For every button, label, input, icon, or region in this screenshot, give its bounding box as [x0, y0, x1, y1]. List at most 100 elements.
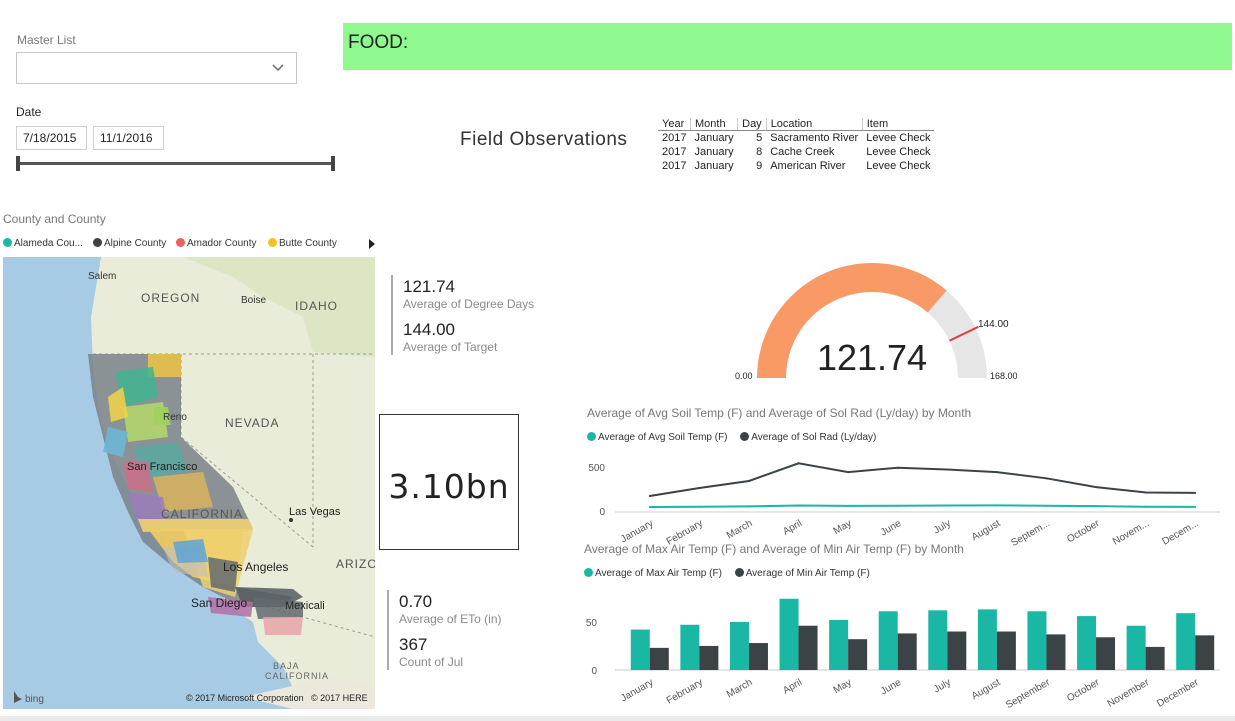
line-chart-legend: Average of Avg Soil Temp (F) Average of …	[587, 432, 876, 443]
x-tick-label: June	[879, 677, 904, 698]
data-point[interactable]	[1194, 491, 1197, 494]
data-point[interactable]	[896, 504, 899, 507]
table-cell: January	[694, 160, 734, 172]
date-range-end-handle[interactable]	[331, 156, 335, 171]
data-point[interactable]	[946, 504, 949, 507]
date-end-input[interactable]: 11/1/2016	[93, 126, 164, 150]
bar-max-air-temp[interactable]	[928, 610, 948, 670]
legend-item-butte[interactable]: Butte County	[268, 238, 358, 249]
bar-chart-legend: Average of Max Air Temp (F) Average of M…	[584, 568, 870, 579]
gauge-max-label: 168.00	[990, 371, 1018, 381]
kpi-bottom-accent-bar	[387, 590, 389, 670]
master-list-dropdown[interactable]	[16, 52, 297, 84]
data-point[interactable]	[698, 487, 701, 490]
column-header[interactable]: Item	[862, 118, 935, 131]
master-list-label: Master List	[17, 33, 76, 47]
data-point[interactable]	[995, 504, 998, 507]
table-row: 2017 January 9 American River Levee Check	[658, 159, 934, 173]
kpi-jul-count-value: 367	[399, 635, 428, 654]
data-point[interactable]	[995, 471, 998, 474]
data-point[interactable]	[847, 504, 850, 507]
x-tick-label: December	[1155, 677, 1201, 710]
date-range-start-handle[interactable]	[16, 156, 20, 171]
table-cell: American River	[770, 160, 846, 172]
data-point[interactable]	[1045, 477, 1048, 480]
bar-min-air-temp[interactable]	[848, 639, 868, 670]
bar-max-air-temp[interactable]	[779, 598, 799, 670]
kpi-eto-label: Average of ETo (in)	[399, 612, 502, 626]
x-tick-label: October	[1065, 518, 1102, 546]
x-tick-label: July	[932, 677, 953, 695]
bar-min-air-temp[interactable]	[699, 645, 719, 670]
column-header[interactable]: Day	[737, 118, 767, 131]
bar-max-air-temp[interactable]	[729, 621, 749, 670]
bar-min-air-temp[interactable]	[1046, 634, 1066, 670]
bar-min-air-temp[interactable]	[1145, 646, 1165, 670]
gauge-value: 121.74	[817, 337, 927, 378]
data-point[interactable]	[1144, 505, 1147, 508]
data-point[interactable]	[1095, 486, 1098, 489]
bar-max-air-temp[interactable]	[1027, 611, 1047, 670]
bar-max-air-temp[interactable]	[680, 624, 700, 670]
column-header[interactable]: Year	[658, 118, 691, 131]
legend-next-arrow-icon[interactable]	[368, 239, 376, 249]
legend-item-amador[interactable]: Amador County	[176, 238, 268, 249]
data-point[interactable]	[1194, 505, 1197, 508]
data-point[interactable]	[797, 462, 800, 465]
data-point[interactable]	[847, 471, 850, 474]
bar-min-air-temp[interactable]	[649, 647, 669, 670]
bar-min-air-temp[interactable]	[798, 625, 818, 670]
x-tick-label: May	[832, 518, 854, 537]
bar-min-air-temp[interactable]	[996, 631, 1016, 671]
data-point[interactable]	[1045, 504, 1048, 507]
legend-item-soil-temp[interactable]: Average of Avg Soil Temp (F)	[587, 432, 728, 443]
bar-max-air-temp[interactable]	[977, 609, 997, 670]
legend-item-max-air-temp[interactable]: Average of Max Air Temp (F)	[584, 568, 722, 579]
map-point-las-vegas	[289, 518, 293, 522]
legend-item-min-air-temp[interactable]: Average of Min Air Temp (F)	[734, 568, 870, 579]
x-tick-label: June	[879, 518, 904, 539]
bar-max-air-temp[interactable]	[1126, 625, 1146, 670]
data-point[interactable]	[1144, 491, 1147, 494]
data-point[interactable]	[698, 505, 701, 508]
table-cell: 2017	[662, 132, 687, 144]
column-header[interactable]: Month	[690, 118, 739, 131]
y-tick-label: 50	[586, 618, 598, 629]
legend-item-alpine[interactable]: Alpine County	[93, 238, 176, 249]
data-point[interactable]	[1095, 505, 1098, 508]
bar-min-air-temp[interactable]	[1195, 635, 1215, 670]
food-banner: FOOD:	[343, 23, 1232, 70]
data-point[interactable]	[648, 506, 651, 509]
data-point[interactable]	[797, 504, 800, 507]
bar-min-air-temp[interactable]	[897, 633, 917, 670]
data-point[interactable]	[747, 479, 750, 482]
legend-item-alameda[interactable]: Alameda Cou...	[3, 238, 93, 249]
soil-temp-sol-rad-line-chart[interactable]: 0500January February March April May June July…	[580, 450, 1230, 550]
bar-max-air-temp[interactable]	[829, 619, 849, 670]
data-point[interactable]	[747, 505, 750, 508]
bar-max-air-temp[interactable]	[630, 629, 650, 670]
date-start-input[interactable]: 7/18/2015	[16, 126, 87, 150]
x-tick-label: September	[1004, 677, 1052, 711]
series-line-1[interactable]	[649, 462, 1196, 497]
bar-min-air-temp[interactable]	[748, 643, 768, 670]
county-map[interactable]: Salem OREGON Boise IDAHO NEVADA Reno San…	[3, 257, 375, 709]
data-point[interactable]	[896, 466, 899, 469]
data-point[interactable]	[946, 468, 949, 471]
bar-max-air-temp[interactable]	[878, 611, 898, 670]
column-header[interactable]: Location	[766, 118, 863, 131]
bar-max-air-temp[interactable]	[1077, 616, 1097, 670]
bar-min-air-temp[interactable]	[947, 631, 967, 671]
degree-days-gauge[interactable]: 121.74 0.00 168.00 144.00	[720, 255, 1040, 385]
bar-min-air-temp[interactable]	[1096, 637, 1116, 670]
y-tick-label: 500	[588, 463, 605, 474]
table-cell: Levee Check	[866, 146, 931, 158]
kpi-jul-count-label: Count of Jul	[399, 655, 464, 669]
bar-max-air-temp[interactable]	[1176, 613, 1196, 670]
air-temp-bar-chart[interactable]: 0 50 January February March April May June July A…	[580, 588, 1230, 718]
legend-item-sol-rad[interactable]: Average of Sol Rad (Ly/day)	[740, 432, 876, 443]
series-line-0[interactable]	[649, 504, 1196, 509]
legend-dot-icon	[734, 568, 744, 577]
data-point[interactable]	[648, 494, 651, 497]
line-chart-title: Average of Avg Soil Temp (F) and Average…	[587, 406, 972, 420]
